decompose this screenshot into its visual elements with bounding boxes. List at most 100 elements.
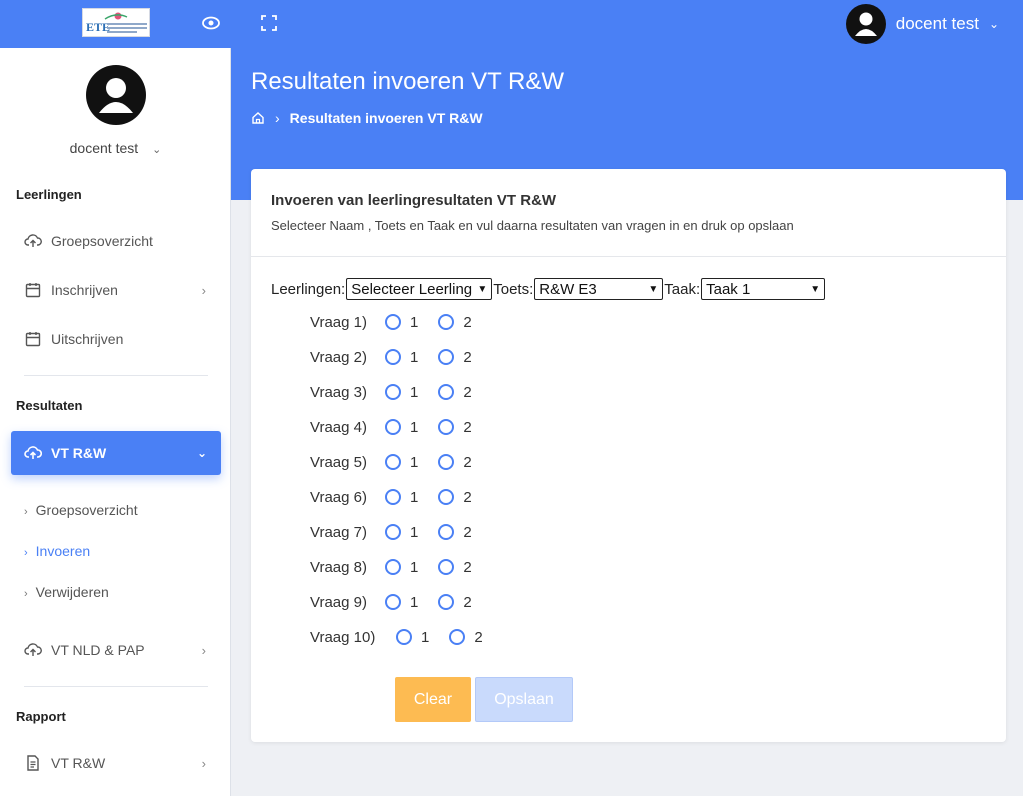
home-icon[interactable] <box>251 111 265 125</box>
sidebar-user-name: docent test <box>69 140 139 156</box>
option-label: 2 <box>463 488 472 506</box>
question-option-1[interactable]: 1 <box>385 419 418 436</box>
calendar-icon <box>25 332 41 347</box>
option-label: 1 <box>410 418 419 436</box>
question-label: Vraag 10) <box>310 628 376 646</box>
radio-button[interactable] <box>438 349 455 365</box>
chevron-down-icon: ⌄ <box>152 144 162 156</box>
question-option-2[interactable]: 2 <box>438 418 472 436</box>
sidebar-item-vt-rw[interactable]: VT R&W ⌄ <box>11 431 221 475</box>
chevron-right-icon: › <box>201 282 206 298</box>
question-option-2[interactable]: 2 <box>438 349 472 366</box>
question-label: Vraag 6) <box>310 488 367 506</box>
question-option-1[interactable]: 1 <box>385 594 418 611</box>
sidebar-subitem-invoeren[interactable]: › Invoeren <box>24 543 90 559</box>
chevron-down-icon: ⌄ <box>988 17 999 31</box>
question-label: Vraag 5) <box>310 453 367 471</box>
sidebar-subitem-verwijderen[interactable]: › Verwijderen <box>24 584 109 600</box>
question-option-2[interactable]: 2 <box>438 453 472 471</box>
option-label: 2 <box>463 523 472 541</box>
question-option-1[interactable]: 1 <box>385 489 418 506</box>
radio-button[interactable] <box>385 594 401 610</box>
chevron-right-icon: › <box>24 506 28 518</box>
radio-button[interactable] <box>438 419 455 435</box>
radio-button[interactable] <box>385 349 401 365</box>
radio-button[interactable] <box>438 559 455 575</box>
section-rapport: Rapport <box>16 709 66 724</box>
question-row: Vraag 9) 1 2 <box>310 592 492 612</box>
ete-logo[interactable]: ETE <box>82 8 150 37</box>
question-label: Vraag 3) <box>310 383 367 401</box>
radio-button[interactable] <box>385 454 401 470</box>
question-option-2[interactable]: 2 <box>449 629 483 646</box>
sidebar-item-label: Groepsoverzicht <box>51 233 153 249</box>
option-label: 1 <box>410 593 419 611</box>
radio-button[interactable] <box>438 314 455 330</box>
user-menu[interactable]: docent test ⌄ <box>845 4 999 44</box>
radio-button[interactable] <box>385 419 401 435</box>
radio-button[interactable] <box>385 559 401 575</box>
question-option-1[interactable]: 1 <box>385 559 418 576</box>
question-label: Vraag 1) <box>310 313 367 331</box>
chevron-down-icon: ▼ <box>648 283 659 295</box>
option-label: 1 <box>410 558 419 576</box>
radio-button[interactable] <box>385 524 401 540</box>
sidebar-item-groepsoverzicht[interactable]: Groepsoverzicht <box>24 232 206 250</box>
leerlingen-label: Leerlingen: <box>271 280 346 298</box>
section-resultaten: Resultaten <box>16 398 83 413</box>
option-label: 2 <box>463 418 472 436</box>
breadcrumb-separator: › <box>275 110 280 126</box>
radio-button[interactable] <box>438 454 455 470</box>
chevron-down-icon: ▼ <box>477 283 488 295</box>
radio-button[interactable] <box>385 384 401 400</box>
toets-select[interactable]: R&W E3 ▼ <box>534 278 664 300</box>
sidebar-item-rapport-vt-rw[interactable]: VT R&W › <box>24 754 206 772</box>
radio-button[interactable] <box>438 524 455 540</box>
sidebar-item-inschrijven[interactable]: Inschrijven › <box>24 281 206 299</box>
radio-button[interactable] <box>438 489 455 505</box>
option-label: 2 <box>463 453 472 471</box>
eye-icon[interactable] <box>200 12 222 34</box>
question-option-1[interactable]: 1 <box>385 454 418 471</box>
logo-subtext <box>107 23 147 35</box>
save-button[interactable]: Opslaan <box>475 677 573 722</box>
question-row: Vraag 8) 1 2 <box>310 557 492 577</box>
option-label: 2 <box>463 313 472 331</box>
leerling-select[interactable]: Selecteer Leerling ▼ <box>346 278 493 300</box>
breadcrumb-current: Resultaten invoeren VT R&W <box>289 110 483 126</box>
sidebar-item-vt-nld-pap[interactable]: VT NLD & PAP › <box>24 641 206 659</box>
question-option-2[interactable]: 2 <box>438 488 472 506</box>
question-option-1[interactable]: 1 <box>385 524 418 541</box>
question-option-2[interactable]: 2 <box>438 313 472 331</box>
selection-row: Leerlingen: Selecteer Leerling ▼ Toets: … <box>271 278 826 300</box>
sidebar-subitem-label: Verwijderen <box>35 584 109 600</box>
option-label: 1 <box>421 628 430 646</box>
question-row: Vraag 4) 1 2 <box>310 417 492 437</box>
radio-button[interactable] <box>385 314 401 330</box>
question-option-1[interactable]: 1 <box>396 629 429 646</box>
option-label: 1 <box>410 488 419 506</box>
chevron-down-icon: ▼ <box>810 283 821 295</box>
radio-button[interactable] <box>396 629 412 645</box>
radio-button[interactable] <box>438 594 455 610</box>
radio-button[interactable] <box>385 489 401 505</box>
clear-button[interactable]: Clear <box>395 677 471 722</box>
sidebar-subitem-groepsoverzicht[interactable]: › Groepsoverzicht <box>24 502 138 518</box>
fullscreen-icon[interactable] <box>258 12 280 34</box>
document-icon <box>27 755 39 771</box>
question-option-1[interactable]: 1 <box>385 384 418 401</box>
question-option-2[interactable]: 2 <box>438 383 472 401</box>
question-option-2[interactable]: 2 <box>438 594 472 611</box>
sidebar-divider <box>24 375 208 376</box>
question-option-2[interactable]: 2 <box>438 523 472 541</box>
radio-button[interactable] <box>449 629 466 645</box>
option-label: 2 <box>463 383 472 401</box>
radio-button[interactable] <box>438 384 455 400</box>
taak-select[interactable]: Taak 1 ▼ <box>701 278 826 300</box>
sidebar-item-uitschrijven[interactable]: Uitschrijven <box>24 330 206 348</box>
sidebar-item-label: Uitschrijven <box>51 331 124 347</box>
question-option-1[interactable]: 1 <box>385 314 418 331</box>
question-option-2[interactable]: 2 <box>438 559 472 576</box>
sidebar-user-menu[interactable]: docent test ⌄ <box>0 140 231 156</box>
question-option-1[interactable]: 1 <box>385 349 418 366</box>
